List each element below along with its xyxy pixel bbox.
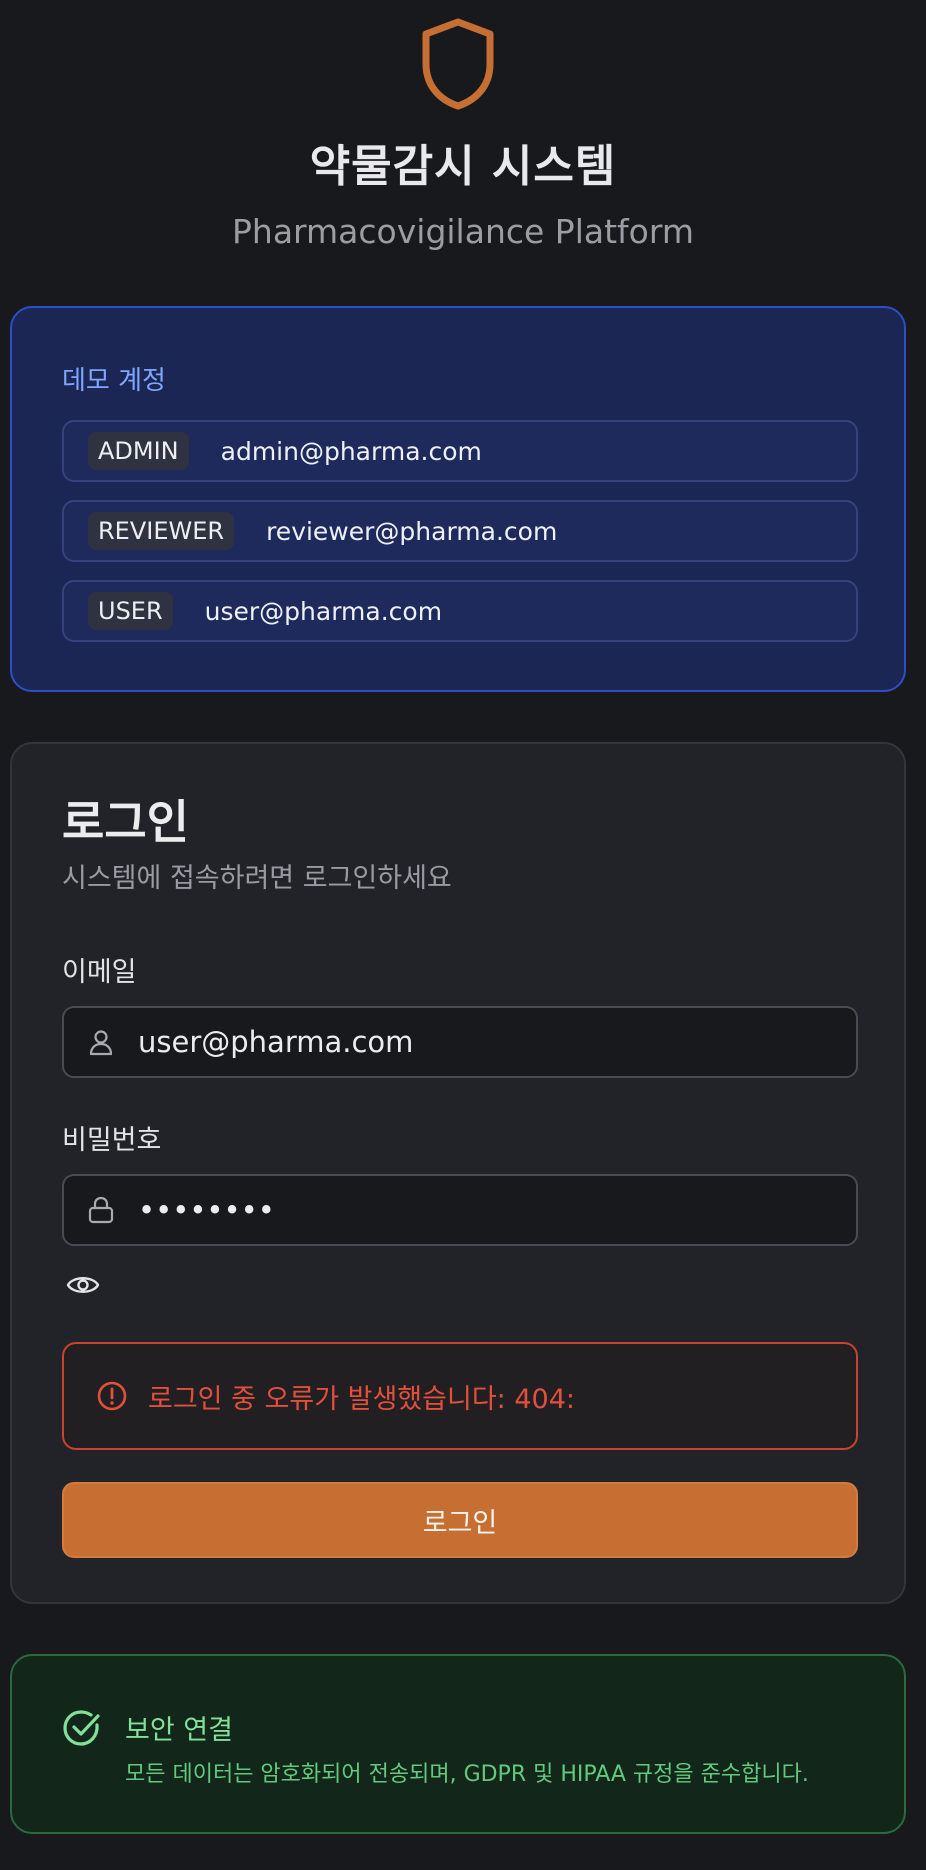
secure-connection-notice: 보안 연결 모든 데이터는 암호화되어 전송되며, GDPR 및 HIPAA 규…: [10, 1654, 906, 1834]
login-page: 약물감시 시스템 Pharmacovigilance Platform 데모 계…: [0, 0, 926, 1870]
password-field[interactable]: [138, 1193, 856, 1227]
login-form: 로그인 시스템에 접속하려면 로그인하세요 이메일 비밀번호: [10, 742, 906, 1604]
demo-account-admin[interactable]: ADMIN admin@pharma.com: [62, 420, 858, 482]
shield-icon: [422, 18, 494, 110]
login-button[interactable]: 로그인: [62, 1482, 858, 1558]
lock-icon: [88, 1196, 114, 1224]
alert-circle-icon: [97, 1381, 127, 1411]
demo-account-reviewer[interactable]: REVIEWER reviewer@pharma.com: [62, 500, 858, 562]
eye-icon[interactable]: [66, 1268, 100, 1302]
error-message: 로그인 중 오류가 발생했습니다: 404:: [148, 1383, 575, 1415]
role-badge: USER: [88, 591, 173, 631]
demo-accounts-title: 데모 계정: [62, 366, 166, 396]
account-email: user@pharma.com: [204, 596, 443, 626]
role-badge: ADMIN: [88, 431, 189, 471]
app-subtitle: Pharmacovigilance Platform: [232, 212, 694, 251]
app-title: 약물감시 시스템: [309, 141, 617, 192]
email-label: 이메일: [62, 957, 137, 988]
account-email: admin@pharma.com: [220, 436, 482, 466]
password-label: 비밀번호: [62, 1125, 162, 1156]
check-circle-icon: [63, 1710, 100, 1746]
login-title: 로그인: [62, 795, 189, 849]
demo-account-user[interactable]: USER user@pharma.com: [62, 580, 858, 642]
user-icon: [89, 1030, 113, 1056]
password-field-wrapper: [62, 1174, 858, 1246]
login-subtitle: 시스템에 접속하려면 로그인하세요: [62, 863, 452, 894]
account-email: reviewer@pharma.com: [266, 516, 558, 546]
secure-title: 보안 연결: [125, 1715, 233, 1746]
secure-description: 모든 데이터는 암호화되어 전송되며, GDPR 및 HIPAA 규정을 준수합…: [125, 1762, 809, 1787]
role-badge: REVIEWER: [88, 511, 235, 551]
error-alert: 로그인 중 오류가 발생했습니다: 404:: [62, 1342, 858, 1450]
email-field-wrapper: [62, 1006, 858, 1078]
demo-accounts-panel: 데모 계정 ADMIN admin@pharma.com REVIEWER re…: [10, 306, 906, 692]
email-field[interactable]: [138, 1025, 856, 1059]
